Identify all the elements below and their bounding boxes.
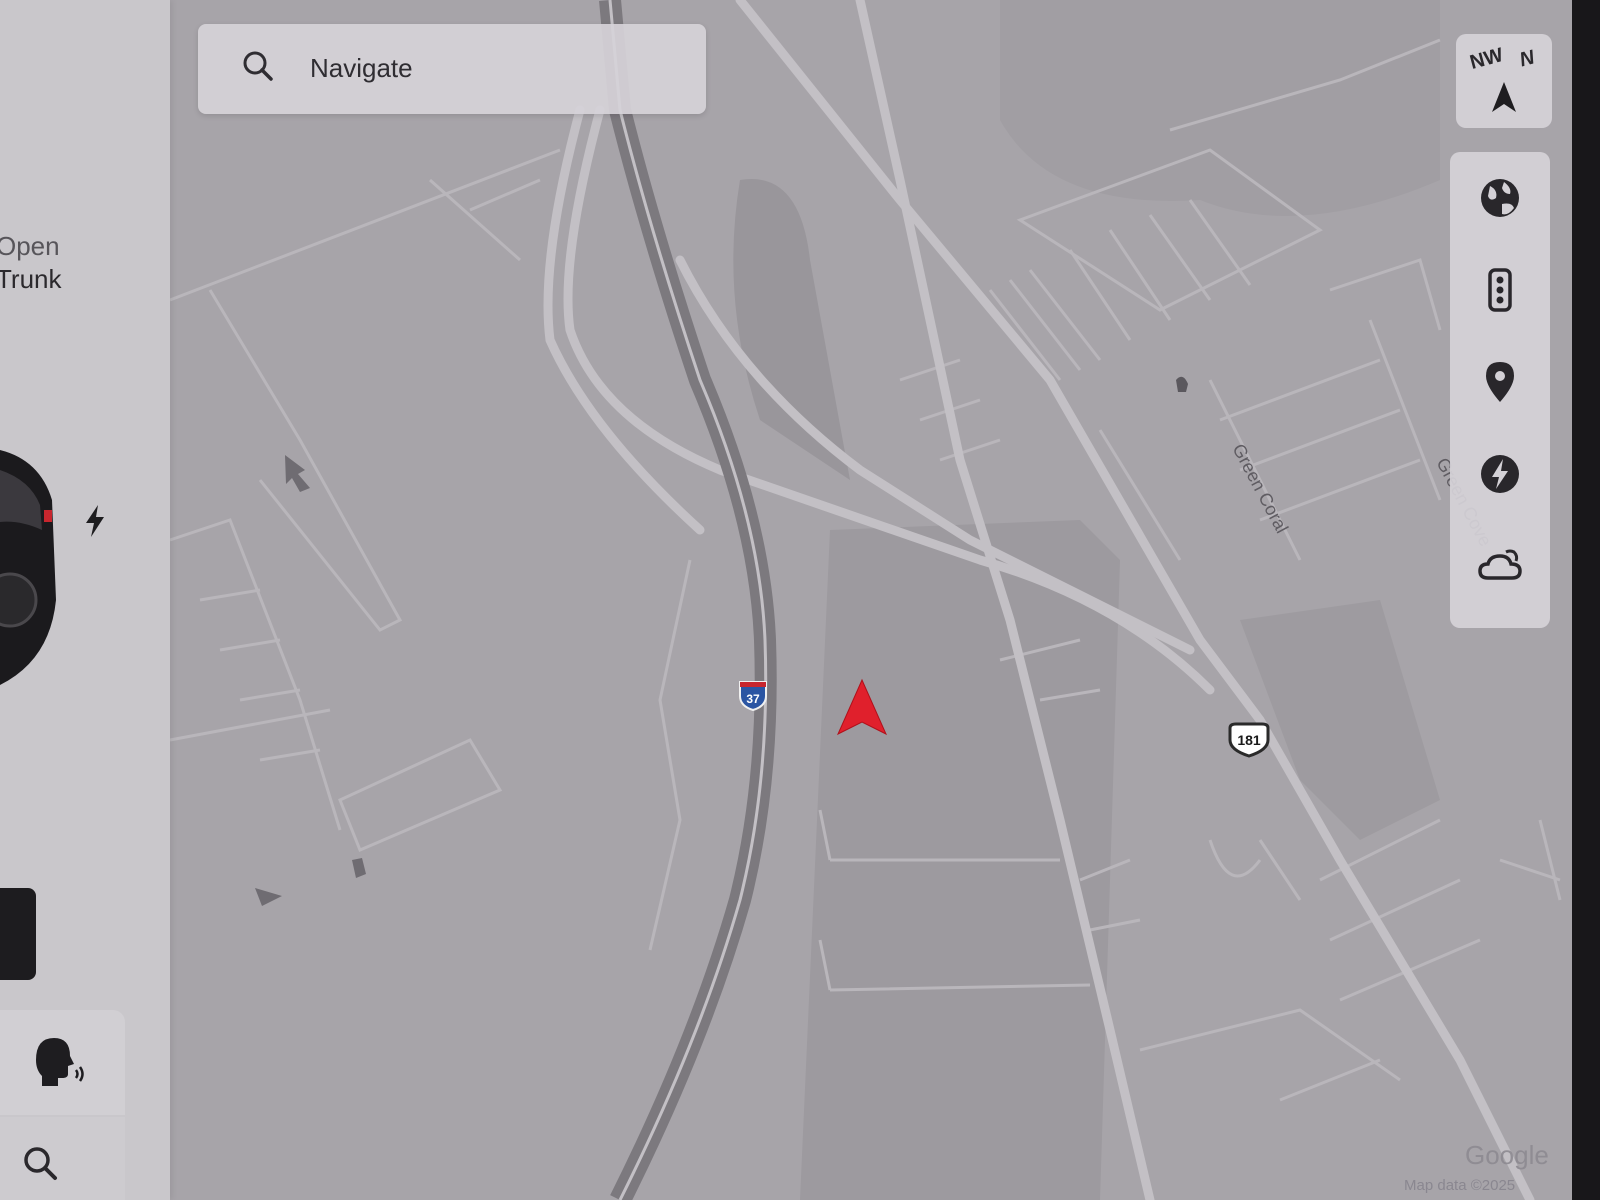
screen-bezel [1572,0,1600,1200]
land-parcel [733,179,850,480]
supercharger-icon[interactable] [1476,450,1524,498]
poi-marker[interactable] [352,858,366,878]
screen: 37 181 Green Coral Green Cove Google Map… [0,0,1600,1200]
map-view[interactable]: 37 181 Green Coral Green Cove Google Map… [0,0,1600,1200]
google-logo: Google [1465,1140,1549,1170]
location-pin-icon[interactable] [1476,358,1524,406]
compass-button[interactable]: NW N [1456,34,1552,128]
search-icon [24,1147,57,1180]
trunk-label-line1: Open [0,231,60,261]
traffic-light-icon[interactable] [1476,266,1524,314]
voice-command-button[interactable] [0,1010,125,1115]
interstate-shield-label: 37 [746,692,760,706]
map-data-attribution: Map data ©2025 [1404,1177,1516,1194]
vehicle-panel: Open Trunk [0,0,170,1200]
open-trunk-button[interactable]: Open Trunk [0,230,62,296]
navigate-search-bar[interactable]: Navigate [198,24,706,114]
map-canvas[interactable]: 37 181 Green Coral Green Cove [0,0,1600,1200]
card-button[interactable] [0,888,36,980]
search-icon [243,51,273,81]
poi-marker[interactable] [285,455,310,492]
voice-speaking-icon [36,1038,84,1086]
us-route-shield-label: 181 [1237,732,1261,748]
poi-marker[interactable] [255,888,282,906]
weather-cloud-icon[interactable] [1476,542,1524,590]
land-parcel [1240,600,1440,840]
trunk-label-line2: Trunk [0,264,62,294]
interstate-shield: 37 [739,681,767,712]
land-parcel [1000,0,1440,216]
map-tools-panel [1450,152,1550,628]
navigate-placeholder: Navigate [310,53,413,83]
compass-arrow-icon [1492,82,1516,112]
poi-marker[interactable] [1176,376,1188,392]
compass-heading-n: N [1517,46,1537,72]
vehicle-image [0,450,56,685]
search-button[interactable] [0,1117,125,1200]
charge-port-lightning-icon[interactable] [84,505,106,537]
satellite-globe-icon[interactable] [1476,174,1524,222]
us-route-shield: 181 [1228,722,1270,758]
compass-heading-nw: NW [1467,44,1506,74]
